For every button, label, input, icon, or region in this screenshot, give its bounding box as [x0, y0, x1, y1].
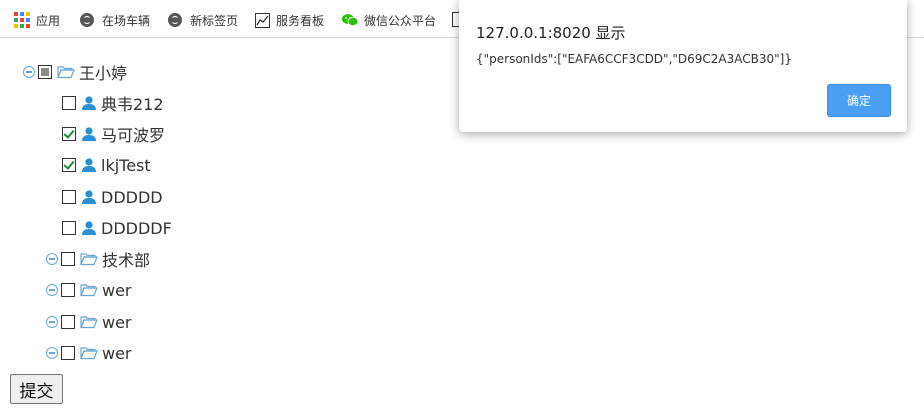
- tree-node-label: lkjTest: [101, 155, 151, 175]
- tree-node-label: wer: [102, 343, 132, 363]
- bookmark-vehicles[interactable]: 在场车辆: [80, 11, 150, 29]
- tree-node-label: DDDDDF: [101, 218, 172, 238]
- folder-open-icon: [80, 253, 98, 266]
- collapse-icon[interactable]: [46, 316, 58, 328]
- tree-node-group[interactable]: wer: [46, 279, 132, 301]
- tree-node-label: wer: [102, 280, 132, 300]
- tree-node-root[interactable]: 王小婷: [23, 61, 127, 83]
- tree-checkbox[interactable]: [62, 190, 76, 204]
- tree-node-person[interactable]: lkjTest: [62, 154, 151, 176]
- tree-checkbox[interactable]: [62, 158, 76, 172]
- tree-checkbox[interactable]: [62, 221, 76, 235]
- bookmark-label: 应用: [36, 13, 61, 28]
- dialog-title: 127.0.0.1:8020 显示: [476, 24, 626, 42]
- tree-node-label: 典韦212: [101, 95, 164, 114]
- tree-node-person[interactable]: 马可波罗: [62, 123, 165, 145]
- apps-grid-icon: [14, 12, 30, 28]
- submit-button[interactable]: 提交: [10, 374, 63, 404]
- tree-checkbox[interactable]: [61, 283, 75, 297]
- bookmark-label: 在场车辆: [102, 13, 151, 28]
- bookmark-label: 新标签页: [190, 13, 239, 28]
- folder-open-icon: [80, 284, 98, 297]
- person-icon: [82, 221, 96, 235]
- folder-open-icon: [80, 347, 98, 360]
- tree-node-person[interactable]: DDDDD: [62, 186, 163, 208]
- person-icon: [82, 158, 96, 172]
- bookmark-service-board[interactable]: 服务看板: [255, 11, 324, 29]
- tree-checkbox[interactable]: [61, 315, 75, 329]
- tree-checkbox[interactable]: [62, 96, 76, 110]
- globe-icon: [80, 13, 94, 27]
- bookmark-label: 服务看板: [276, 13, 325, 28]
- tree-node-group[interactable]: wer: [46, 311, 132, 333]
- globe-icon: [168, 13, 182, 27]
- tree-node-label: 王小婷: [79, 64, 128, 83]
- person-icon: [82, 96, 96, 110]
- ok-button[interactable]: 确定: [827, 84, 891, 117]
- tree-node-label: 技术部: [102, 251, 151, 270]
- tree-node-group[interactable]: 技术部: [46, 248, 150, 270]
- collapse-icon[interactable]: [23, 66, 35, 78]
- tree-node-label: 马可波罗: [101, 126, 166, 145]
- person-icon: [82, 127, 96, 141]
- folder-open-icon: [80, 316, 98, 329]
- wechat-icon: [342, 13, 359, 27]
- alert-dialog: 127.0.0.1:8020 显示 {"personIds":["EAFA6CC…: [459, 0, 907, 132]
- tree-checkbox[interactable]: [61, 252, 75, 266]
- tree-checkbox[interactable]: [62, 127, 76, 141]
- tree-node-person[interactable]: DDDDDF: [62, 217, 172, 239]
- collapse-icon[interactable]: [46, 253, 58, 265]
- bookmark-apps[interactable]: 应用: [14, 11, 60, 29]
- bookmark-new-tab[interactable]: 新标签页: [168, 11, 238, 29]
- collapse-icon[interactable]: [46, 284, 58, 296]
- chart-icon: [255, 12, 270, 28]
- person-icon: [82, 190, 96, 204]
- tree-node-label: DDDDD: [101, 187, 163, 207]
- dialog-message: {"personIds":["EAFA6CCF3CDD","D69C2A3ACB…: [476, 52, 792, 66]
- tree-checkbox[interactable]: [61, 346, 75, 360]
- folder-open-icon: [57, 66, 75, 79]
- bookmark-wechat[interactable]: 微信公众平台: [342, 11, 436, 29]
- tree-node-person[interactable]: 典韦212: [62, 92, 164, 114]
- tree-node-label: wer: [102, 312, 132, 332]
- tree-checkbox[interactable]: [38, 65, 52, 79]
- collapse-icon[interactable]: [46, 347, 58, 359]
- bookmark-label: 微信公众平台: [364, 13, 437, 28]
- tree-node-group[interactable]: wer: [46, 342, 132, 364]
